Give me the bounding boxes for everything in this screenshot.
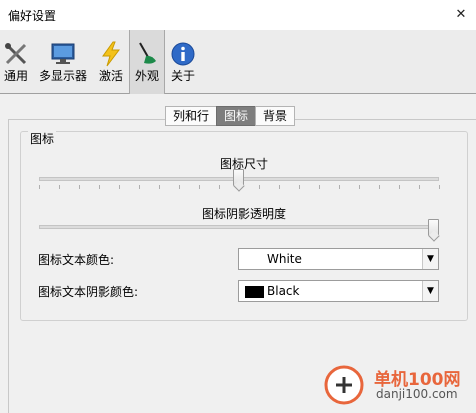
color-swatch bbox=[245, 286, 264, 298]
paintbrush-icon bbox=[139, 42, 156, 64]
slider-tick bbox=[439, 185, 440, 189]
window-title: 偏好设置 bbox=[8, 9, 57, 23]
tab-icons[interactable]: 图标 bbox=[216, 106, 257, 126]
info-icon bbox=[171, 42, 195, 66]
slider-tick bbox=[259, 185, 260, 189]
text-color-select[interactable]: White ▼ bbox=[238, 248, 439, 270]
toolbar-item-activate[interactable]: 激活 bbox=[95, 30, 127, 94]
watermark-logo-icon bbox=[324, 365, 364, 405]
slider-tick bbox=[419, 185, 420, 189]
shadow-opacity-track bbox=[39, 225, 439, 229]
slider-tick bbox=[59, 185, 60, 189]
site-watermark: 单机100网 danji100.com bbox=[322, 363, 472, 409]
slider-tick bbox=[199, 185, 200, 189]
text-color-value: White bbox=[267, 252, 302, 266]
appearance-panel: 列和行 图标 背景 图标 图标尺寸 图标阴影透明度 图标文本颜色: White … bbox=[0, 95, 476, 413]
shadow-color-label: 图标文本阴影颜色: bbox=[38, 285, 139, 299]
slider-tick bbox=[79, 185, 80, 189]
slider-tick bbox=[319, 185, 320, 189]
toolbar-item-multi-monitor[interactable]: 多显示器 bbox=[34, 30, 92, 94]
tab-columns-rows[interactable]: 列和行 bbox=[165, 106, 218, 126]
slider-tick bbox=[39, 185, 40, 189]
chevron-down-icon[interactable]: ▼ bbox=[422, 281, 438, 301]
toolbar-item-label: 激活 bbox=[98, 69, 123, 83]
icon-size-label: 图标尺寸 bbox=[219, 157, 268, 171]
slider-tick bbox=[219, 185, 220, 189]
chevron-down-icon[interactable]: ▼ bbox=[422, 249, 438, 269]
toolbar-item-label: 关于 bbox=[170, 69, 195, 83]
toolbar-item-label: 外观 bbox=[134, 69, 159, 83]
slider-tick bbox=[359, 185, 360, 189]
shadow-color-select[interactable]: Black ▼ bbox=[238, 280, 439, 302]
lightning-icon bbox=[102, 41, 120, 67]
slider-tick bbox=[299, 185, 300, 189]
slider-tick bbox=[279, 185, 280, 189]
tools-icon bbox=[5, 43, 27, 65]
title-bar: 偏好设置 ✕ bbox=[0, 0, 476, 30]
slider-tick bbox=[119, 185, 120, 189]
shadow-opacity-label: 图标阴影透明度 bbox=[201, 207, 286, 221]
text-color-label: 图标文本颜色: bbox=[38, 253, 115, 267]
toolbar-item-general[interactable]: 通用 bbox=[0, 30, 32, 94]
monitor-icon bbox=[51, 43, 75, 64]
appearance-tabs: 列和行 图标 背景 bbox=[165, 106, 296, 126]
slider-tick bbox=[139, 185, 140, 189]
toolbar-item-label: 多显示器 bbox=[38, 69, 87, 83]
slider-tick bbox=[99, 185, 100, 189]
shadow-opacity-slider[interactable] bbox=[428, 219, 439, 236]
group-title: 图标 bbox=[28, 130, 57, 147]
slider-tick bbox=[399, 185, 400, 189]
slider-tick bbox=[179, 185, 180, 189]
toolbar-item-appearance[interactable]: 外观 bbox=[129, 30, 165, 94]
tab-background[interactable]: 背景 bbox=[255, 106, 296, 126]
close-button[interactable]: ✕ bbox=[446, 0, 476, 30]
icon-size-slider[interactable] bbox=[233, 169, 244, 186]
shadow-color-value: Black bbox=[267, 284, 300, 298]
toolbar-item-label: 通用 bbox=[3, 69, 28, 83]
toolbar-item-about[interactable]: 关于 bbox=[167, 30, 199, 94]
slider-tick bbox=[339, 185, 340, 189]
slider-tick bbox=[379, 185, 380, 189]
preferences-toolbar: 通用 多显示器 激活 外观 关于 bbox=[0, 30, 476, 94]
watermark-line2: danji100.com bbox=[376, 387, 458, 401]
slider-tick bbox=[159, 185, 160, 189]
